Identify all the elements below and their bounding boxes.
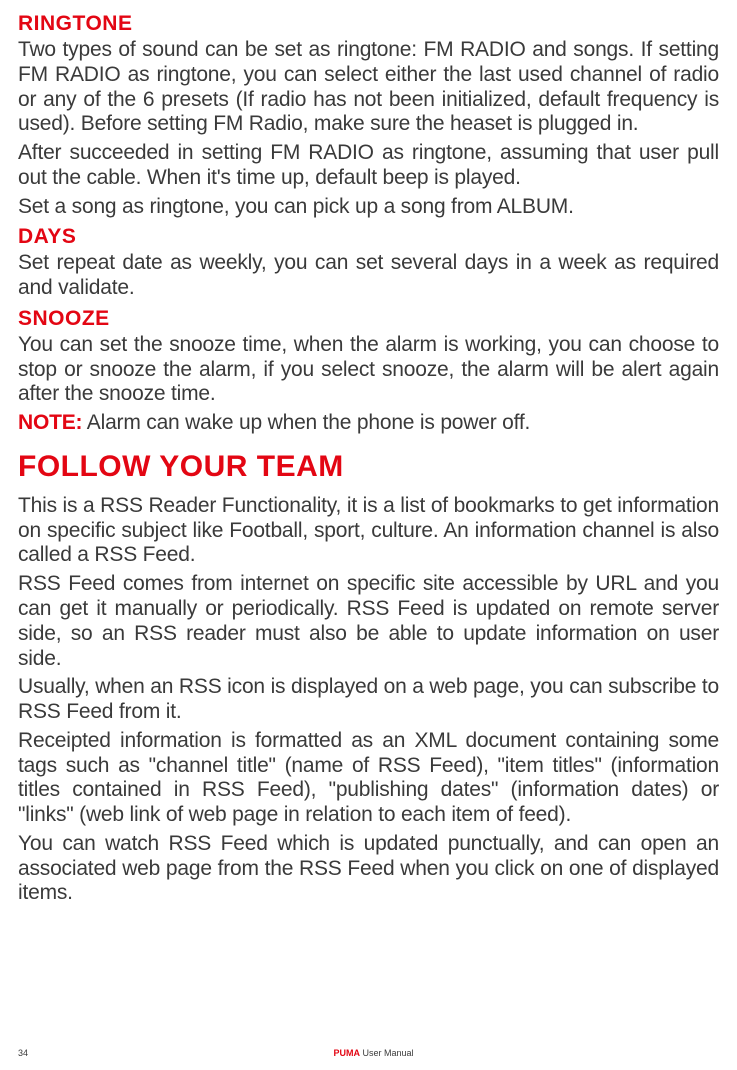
page-number: 34	[18, 1048, 28, 1058]
heading-days: DAYS	[18, 225, 719, 249]
paragraph: Set repeat date as weekly, you can set s…	[18, 251, 719, 301]
paragraph: You can watch RSS Feed which is updated …	[18, 832, 719, 906]
paragraph: Two types of sound can be set as rington…	[18, 38, 719, 137]
paragraph: RSS Feed comes from internet on specific…	[18, 572, 719, 671]
heading-ringtone: RINGTONE	[18, 12, 719, 36]
section-follow: This is a RSS Reader Functionality, it i…	[18, 494, 719, 906]
footer-suffix: User Manual	[360, 1048, 414, 1058]
paragraph: Set a song as ringtone, you can pick up …	[18, 195, 719, 220]
footer-brand: PUMA	[333, 1048, 360, 1058]
paragraph: This is a RSS Reader Functionality, it i…	[18, 494, 719, 568]
paragraph: Receipted information is formatted as an…	[18, 729, 719, 828]
heading-snooze: SNOOZE	[18, 307, 719, 331]
note-label: NOTE:	[18, 411, 82, 434]
page-footer: 34 PUMA User Manual	[18, 1048, 719, 1058]
note-text: Alarm can wake up when the phone is powe…	[82, 411, 530, 434]
section-ringtone: RINGTONE Two types of sound can be set a…	[18, 12, 719, 219]
section-snooze: SNOOZE You can set the snooze time, when…	[18, 307, 719, 436]
paragraph: You can set the snooze time, when the al…	[18, 333, 719, 407]
footer-title: PUMA User Manual	[18, 1048, 719, 1058]
section-days: DAYS Set repeat date as weekly, you can …	[18, 225, 719, 301]
heading-follow-your-team: FOLLOW YOUR TEAM	[18, 450, 719, 484]
note-paragraph: NOTE: Alarm can wake up when the phone i…	[18, 411, 719, 436]
paragraph: After succeeded in setting FM RADIO as r…	[18, 141, 719, 191]
paragraph: Usually, when an RSS icon is displayed o…	[18, 675, 719, 725]
